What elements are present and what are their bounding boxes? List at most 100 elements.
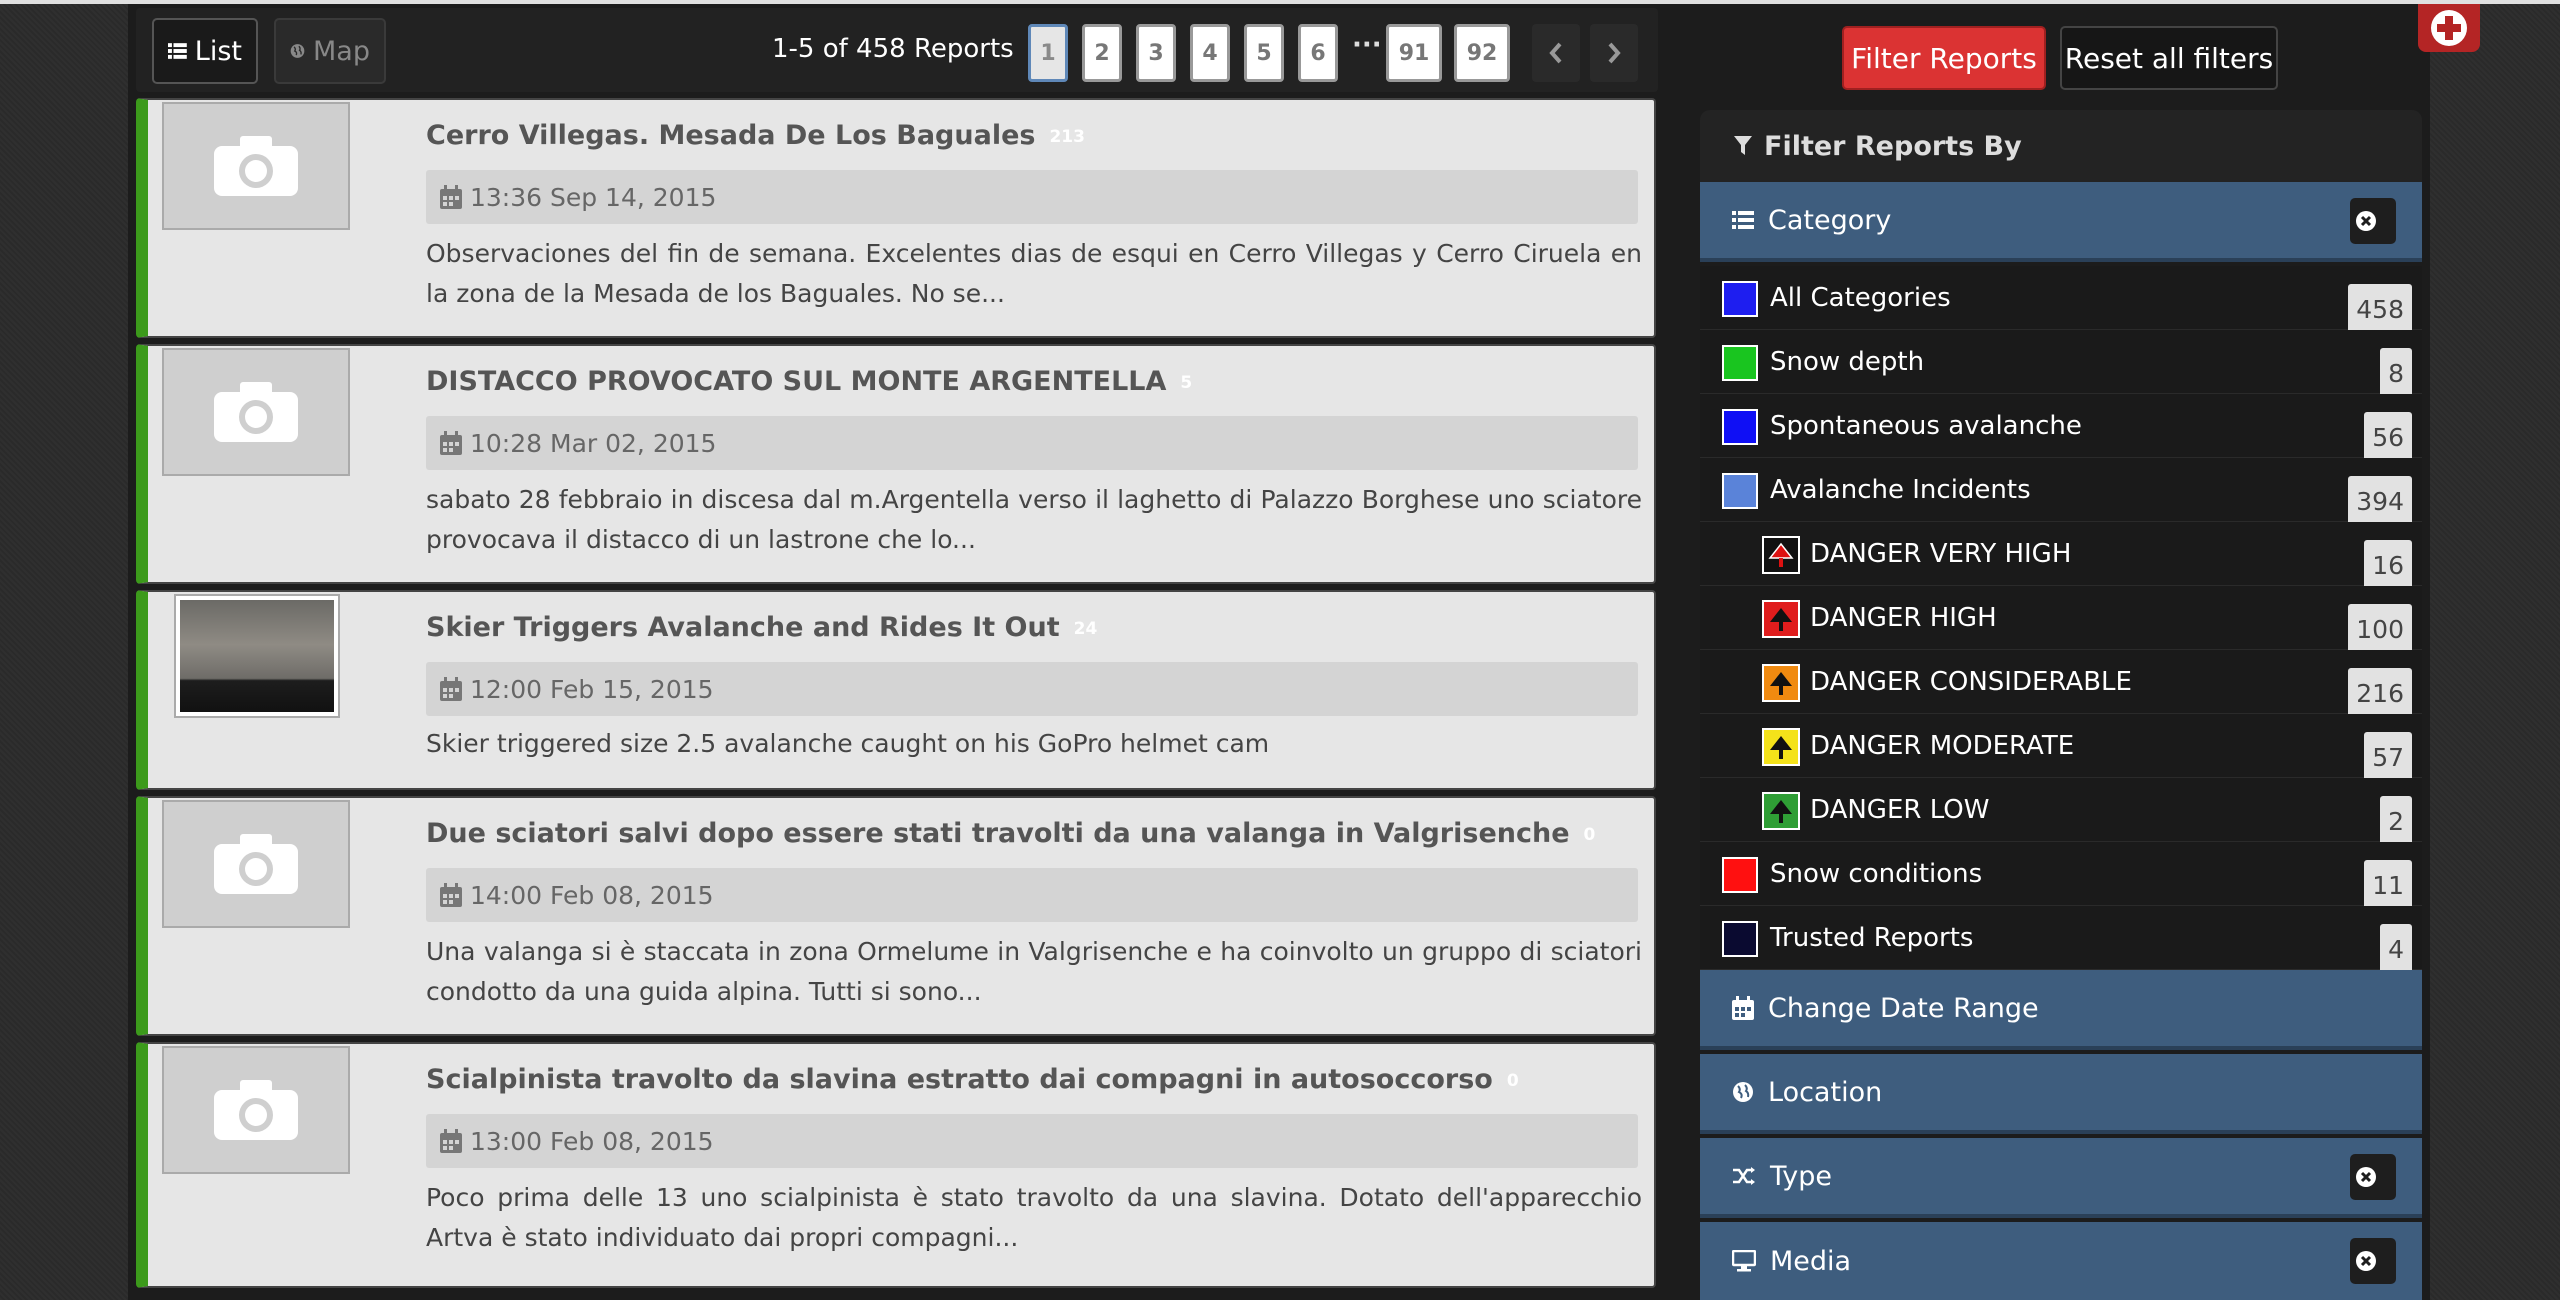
close-icon (2356, 1251, 2376, 1271)
location-section-header[interactable]: Location (1700, 1054, 2422, 1134)
date-range-section-label: Change Date Range (1768, 992, 2039, 1024)
report-date-text: 14:00 Feb 08, 2015 (470, 880, 714, 910)
page-3-button[interactable]: 3 (1136, 24, 1176, 82)
report-title-text[interactable]: DISTACCO PROVOCATO SUL MONTE ARGENTELLA (426, 366, 1166, 397)
report-title-text[interactable]: Scialpinista travolto da slavina estratt… (426, 1064, 1493, 1095)
category-danger-considerable[interactable]: DANGER CONSIDERABLE 216 (1700, 650, 2422, 718)
category-avalanche-incidents[interactable]: Avalanche Incidents 394 (1700, 458, 2422, 526)
date-range-section-header[interactable]: Change Date Range (1700, 970, 2422, 1050)
page-6-button[interactable]: 6 (1298, 24, 1338, 82)
danger-high-icon (1762, 600, 1800, 638)
category-count-badge: 4 (2380, 924, 2412, 974)
calendar-icon (440, 1129, 462, 1153)
type-section-label: Type (1770, 1160, 1833, 1192)
category-count-badge: 216 (2348, 668, 2412, 718)
camera-icon (214, 1080, 298, 1140)
report-description: Una valanga si è staccata in zona Ormelu… (426, 937, 1642, 1006)
report-title-text[interactable]: Cerro Villegas. Mesada De Los Baguales (426, 120, 1035, 151)
category-section-header[interactable]: Category (1700, 182, 2422, 262)
comment-count: 24 (1073, 618, 1098, 639)
calendar-icon (440, 677, 462, 701)
page-2-button[interactable]: 2 (1082, 24, 1122, 82)
next-page-button[interactable] (1590, 24, 1638, 82)
category-label: Snow depth (1770, 347, 1925, 377)
calendar-icon (1732, 996, 1754, 1020)
list-view-button[interactable]: List (152, 18, 258, 84)
report-video-thumbnail[interactable] (174, 594, 340, 718)
close-icon (2356, 211, 2376, 231)
category-count-badge: 56 (2364, 412, 2412, 462)
report-title[interactable]: Due sciatori salvi dopo essere stati tra… (426, 818, 1595, 849)
report-card[interactable]: Scialpinista travolto da slavina estratt… (136, 1042, 1656, 1288)
filter-reports-button[interactable]: Filter Reports (1842, 26, 2046, 90)
category-color-swatch (1722, 345, 1758, 381)
calendar-icon (440, 883, 462, 907)
category-label: Trusted Reports (1770, 923, 1974, 953)
calendar-icon (440, 185, 462, 209)
clear-type-button[interactable] (2350, 1154, 2396, 1200)
danger-very-high-icon (1762, 536, 1800, 574)
category-count-badge: 8 (2380, 348, 2412, 398)
page-92-button[interactable]: 92 (1454, 24, 1510, 82)
report-thumbnail[interactable] (162, 102, 350, 230)
clear-category-button[interactable] (2350, 198, 2396, 244)
category-danger-very-high[interactable]: DANGER VERY HIGH 16 (1700, 522, 2422, 590)
page-5-button[interactable]: 5 (1244, 24, 1284, 82)
comment-count: 5 (1180, 372, 1193, 393)
category-danger-low[interactable]: DANGER LOW 2 (1700, 778, 2422, 846)
report-title-text[interactable]: Skier Triggers Avalanche and Rides It Ou… (426, 612, 1060, 643)
report-date-text: 13:36 Sep 14, 2015 (470, 182, 717, 212)
page-91-button[interactable]: 91 (1386, 24, 1442, 82)
report-title[interactable]: Cerro Villegas. Mesada De Los Baguales 21… (426, 120, 1085, 151)
prev-page-button[interactable] (1532, 24, 1580, 82)
calendar-icon (440, 431, 462, 455)
globe-icon (290, 44, 305, 58)
report-thumbnail[interactable] (162, 348, 350, 476)
report-title[interactable]: DISTACCO PROVOCATO SUL MONTE ARGENTELLA 5 (426, 366, 1192, 397)
camera-icon (214, 834, 298, 894)
page-4-button[interactable]: 4 (1190, 24, 1230, 82)
report-title[interactable]: Scialpinista travolto da slavina estratt… (426, 1064, 1519, 1095)
category-snow-conditions[interactable]: Snow conditions 11 (1700, 842, 2422, 910)
category-danger-high[interactable]: DANGER HIGH 100 (1700, 586, 2422, 654)
report-card[interactable]: DISTACCO PROVOCATO SUL MONTE ARGENTELLA 5… (136, 344, 1656, 584)
category-trusted-reports[interactable]: Trusted Reports 4 (1700, 906, 2422, 974)
clear-media-button[interactable] (2350, 1238, 2396, 1284)
map-view-button[interactable]: Map (274, 18, 386, 84)
page-1-button[interactable]: 1 (1028, 24, 1068, 82)
report-thumbnail[interactable] (162, 800, 350, 928)
category-all[interactable]: All Categories 458 (1700, 266, 2422, 334)
category-label: DANGER LOW (1810, 795, 1990, 825)
category-count-badge: 100 (2348, 604, 2412, 654)
report-date-text: 12:00 Feb 15, 2015 (470, 674, 714, 704)
category-danger-moderate[interactable]: DANGER MODERATE 57 (1700, 714, 2422, 782)
category-color-swatch (1722, 281, 1758, 317)
close-icon (2356, 1167, 2376, 1187)
list-icon (1732, 211, 1754, 229)
category-label: DANGER MODERATE (1810, 731, 2075, 761)
category-color-swatch (1722, 921, 1758, 957)
type-section-header[interactable]: Type (1700, 1138, 2422, 1218)
list-icon (168, 43, 187, 59)
category-label: All Categories (1770, 283, 1951, 313)
category-count-badge: 394 (2348, 476, 2412, 526)
report-title-text[interactable]: Due sciatori salvi dopo essere stati tra… (426, 818, 1570, 849)
category-label: Avalanche Incidents (1770, 475, 2031, 505)
report-description: sabato 28 febbraio in discesa dal m.Arge… (426, 485, 1642, 554)
media-section-header[interactable]: Media (1700, 1222, 2422, 1300)
camera-icon (214, 382, 298, 442)
report-card[interactable]: Skier Triggers Avalanche and Rides It Ou… (136, 590, 1656, 790)
category-spontaneous-avalanche[interactable]: Spontaneous avalanche 56 (1700, 394, 2422, 462)
category-label: DANGER CONSIDERABLE (1810, 667, 2132, 697)
pagination-ellipsis: ··· (1352, 30, 1382, 60)
report-date-text: 10:28 Mar 02, 2015 (470, 428, 717, 458)
category-snow-depth[interactable]: Snow depth 8 (1700, 330, 2422, 398)
add-report-button[interactable] (2418, 4, 2480, 52)
report-title[interactable]: Skier Triggers Avalanche and Rides It Ou… (426, 612, 1097, 643)
filter-heading-text: Filter Reports By (1764, 130, 2022, 162)
media-section-label: Media (1770, 1245, 1852, 1277)
report-card[interactable]: Due sciatori salvi dopo essere stati tra… (136, 796, 1656, 1036)
report-card[interactable]: Cerro Villegas. Mesada De Los Baguales 21… (136, 98, 1656, 338)
report-thumbnail[interactable] (162, 1046, 350, 1174)
reset-filters-button[interactable]: Reset all filters (2060, 26, 2278, 90)
